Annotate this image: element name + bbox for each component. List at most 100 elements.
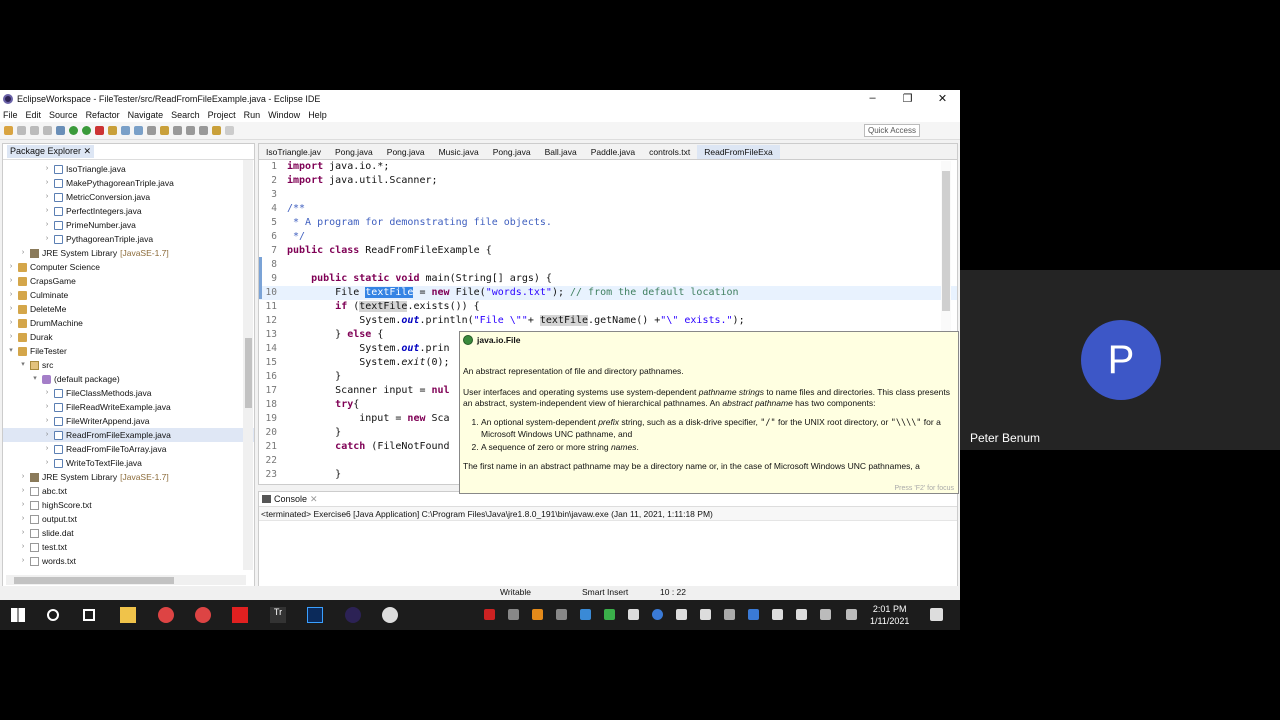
battery-icon[interactable] xyxy=(796,609,807,620)
chevron-right-icon[interactable]: › xyxy=(43,190,51,204)
acrobat-icon[interactable] xyxy=(232,607,248,623)
tree-item[interactable]: › PrimeNumber.java xyxy=(3,218,254,232)
tree-item[interactable]: › JRE System Library [JavaSE-1.7] xyxy=(3,470,254,484)
external-tools-icon[interactable] xyxy=(95,126,104,135)
tree-vertical-scrollbar[interactable] xyxy=(243,160,253,570)
print-icon[interactable] xyxy=(43,126,52,135)
chevron-right-icon[interactable]: › xyxy=(43,218,51,232)
chevron-right-icon[interactable]: › xyxy=(19,512,27,526)
editor-tab[interactable]: IsoTriangle.jav xyxy=(259,145,328,159)
tree-item[interactable]: › ReadFromFileToArray.java xyxy=(3,442,254,456)
editor-tab[interactable]: Pong.java xyxy=(380,145,432,159)
chevron-right-icon[interactable]: › xyxy=(43,232,51,246)
windows-start-icon[interactable] xyxy=(11,608,25,622)
previous-annotation-icon[interactable] xyxy=(199,126,208,135)
editor-tab[interactable]: controls.txt xyxy=(642,145,697,159)
tree-item[interactable]: › FileClassMethods.java xyxy=(3,386,254,400)
editor-tab[interactable]: Pong.java xyxy=(486,145,538,159)
chevron-right-icon[interactable]: › xyxy=(19,554,27,568)
chevron-right-icon[interactable]: › xyxy=(43,176,51,190)
tree-item[interactable]: ▾ FileTester xyxy=(3,344,254,358)
tree-item[interactable]: › FileReadWriteExample.java xyxy=(3,400,254,414)
chevron-right-icon[interactable]: › xyxy=(7,274,15,288)
tree-item[interactable]: › highScore.txt xyxy=(3,498,254,512)
tree-item[interactable]: › output.txt xyxy=(3,512,254,526)
editor-tab[interactable]: ReadFromFileExa xyxy=(697,145,780,159)
save-icon[interactable] xyxy=(17,126,26,135)
back-icon[interactable] xyxy=(212,126,221,135)
editor-tab[interactable]: Paddle.java xyxy=(584,145,642,159)
chevron-right-icon[interactable]: › xyxy=(43,400,51,414)
menu-edit[interactable]: Edit xyxy=(26,110,42,120)
chevron-right-icon[interactable]: › xyxy=(7,330,15,344)
package-explorer-tab[interactable]: Package Explorer ✕ xyxy=(7,145,95,158)
search-icon[interactable] xyxy=(160,126,169,135)
menu-window[interactable]: Window xyxy=(268,110,300,120)
wifi-icon[interactable] xyxy=(820,609,831,620)
volume-icon[interactable] xyxy=(846,609,857,620)
tree-item[interactable]: › DeleteMe xyxy=(3,302,254,316)
chevron-right-icon[interactable]: › xyxy=(19,526,27,540)
chevron-down-icon[interactable]: ▾ xyxy=(7,344,15,358)
chrome-icon[interactable] xyxy=(195,607,211,623)
chrome-icon[interactable] xyxy=(158,607,174,623)
chevron-right-icon[interactable]: › xyxy=(7,316,15,330)
tray-icon[interactable] xyxy=(508,609,519,620)
run-icon[interactable] xyxy=(69,126,78,135)
bluetooth-icon[interactable] xyxy=(748,609,759,620)
chevron-right-icon[interactable]: › xyxy=(7,302,15,316)
tree-item[interactable]: › CrapsGame xyxy=(3,274,254,288)
new-icon[interactable] xyxy=(4,126,13,135)
app-icon[interactable] xyxy=(382,607,398,623)
menu-refactor[interactable]: Refactor xyxy=(86,110,120,120)
file-explorer-icon[interactable] xyxy=(120,607,136,623)
quick-access-field[interactable]: Quick Access xyxy=(863,124,920,137)
save-all-icon[interactable] xyxy=(30,126,39,135)
tray-icon[interactable] xyxy=(700,609,711,620)
tray-icon[interactable] xyxy=(484,609,495,620)
minimize-button[interactable]: – xyxy=(855,92,890,105)
editor-tab[interactable]: Ball.java xyxy=(538,145,584,159)
tray-icon[interactable] xyxy=(676,609,687,620)
editor-tab[interactable]: Pong.java xyxy=(328,145,380,159)
tree-item[interactable]: › Durak xyxy=(3,330,254,344)
tree-item[interactable]: › test.txt xyxy=(3,540,254,554)
tree-item[interactable]: › WriteToTextFile.java xyxy=(3,456,254,470)
tree-item[interactable]: › Computer Science xyxy=(3,260,254,274)
tray-icon[interactable] xyxy=(652,609,663,620)
clock[interactable]: 2:01 PM 1/11/2021 xyxy=(870,603,909,627)
task-view-icon[interactable] xyxy=(83,609,95,621)
chevron-right-icon[interactable]: › xyxy=(43,442,51,456)
tree-item[interactable]: › PythagoreanTriple.java xyxy=(3,232,254,246)
new-class-icon[interactable] xyxy=(134,126,143,135)
tree-item[interactable]: › IsoTriangle.java xyxy=(3,162,254,176)
forward-icon[interactable] xyxy=(225,126,234,135)
tree-item[interactable]: › abc.txt xyxy=(3,484,254,498)
console-tab[interactable]: Console xyxy=(274,494,307,504)
chevron-right-icon[interactable]: › xyxy=(43,386,51,400)
chevron-right-icon[interactable]: › xyxy=(43,162,51,176)
chevron-right-icon[interactable]: › xyxy=(19,246,27,260)
chevron-right-icon[interactable]: › xyxy=(43,456,51,470)
tree-item[interactable]: › Culminate xyxy=(3,288,254,302)
tree-item[interactable]: › MetricConversion.java xyxy=(3,190,254,204)
search-icon[interactable] xyxy=(47,609,59,621)
chevron-right-icon[interactable]: › xyxy=(7,260,15,274)
notifications-icon[interactable] xyxy=(930,608,943,621)
tray-icon[interactable] xyxy=(604,609,615,620)
new-package-icon[interactable] xyxy=(121,126,130,135)
chevron-right-icon[interactable]: › xyxy=(43,414,51,428)
tree-item[interactable]: ▾ (default package) xyxy=(3,372,254,386)
menu-run[interactable]: Run xyxy=(244,110,261,120)
chevron-right-icon[interactable]: › xyxy=(19,484,27,498)
eclipse-taskbar-icon[interactable] xyxy=(345,607,361,623)
tree-item[interactable]: › JRE System Library [JavaSE-1.7] xyxy=(3,246,254,260)
tree-horizontal-scrollbar[interactable] xyxy=(6,575,246,585)
restore-button[interactable]: ❐ xyxy=(890,92,925,105)
chevron-right-icon[interactable]: › xyxy=(19,540,27,554)
chevron-down-icon[interactable]: ▾ xyxy=(31,372,39,386)
menu-file[interactable]: File xyxy=(3,110,18,120)
tree-item[interactable]: › PerfectIntegers.java xyxy=(3,204,254,218)
close-button[interactable]: ✕ xyxy=(925,92,960,105)
typora-icon[interactable]: Tr xyxy=(270,607,286,623)
